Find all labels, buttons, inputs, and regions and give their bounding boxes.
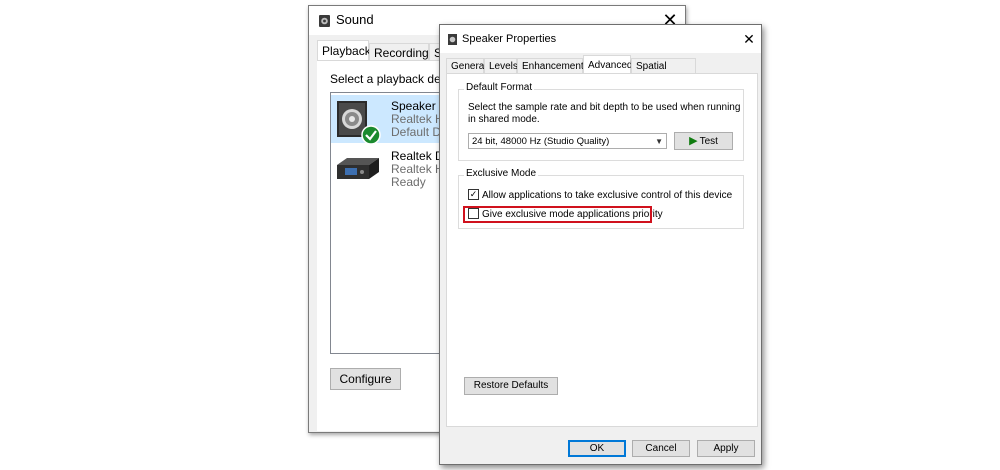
sample-format-value: 24 bit, 48000 Hz (Studio Quality) <box>472 136 610 147</box>
configure-button[interactable]: Configure <box>330 368 401 390</box>
tab-levels[interactable]: Levels <box>484 58 518 74</box>
restore-defaults-button[interactable]: Restore Defaults <box>464 377 558 395</box>
speaker-properties-icon <box>448 34 457 45</box>
digital-output-icon <box>337 158 379 179</box>
apply-button[interactable]: Apply <box>697 440 755 457</box>
speaker-properties-window: Speaker Properties ✕ General Levels Enha… <box>439 24 762 465</box>
playback-instructions: Select a playback devic <box>330 72 456 86</box>
default-device-check-icon <box>361 125 381 145</box>
priority-highlight-box <box>463 206 652 223</box>
sound-app-icon <box>319 15 330 27</box>
speaker-properties-title: Speaker Properties <box>462 33 557 45</box>
allow-exclusive-label: Allow applications to take exclusive con… <box>482 190 733 202</box>
cancel-button[interactable]: Cancel <box>632 440 690 457</box>
tab-playback[interactable]: Playback <box>317 40 371 61</box>
test-button[interactable]: ▶ Test <box>674 132 733 150</box>
advanced-tab-panel: Default Format Select the sample rate an… <box>446 73 758 427</box>
chevron-down-icon: ▼ <box>655 137 663 146</box>
tab-spatial-sound[interactable]: Spatial sound <box>631 58 696 88</box>
allow-exclusive-checkbox[interactable]: ✓ <box>468 189 479 200</box>
exclusive-mode-label: Exclusive Mode <box>464 168 539 179</box>
tab-enhancements[interactable]: Enhancements <box>517 58 589 74</box>
default-format-group: Default Format Select the sample rate an… <box>458 82 744 161</box>
tab-recording[interactable]: Recording <box>369 43 429 61</box>
ok-button[interactable]: OK <box>568 440 626 457</box>
tab-advanced[interactable]: Advanced <box>583 55 632 74</box>
exclusive-mode-group: Exclusive Mode ✓ Allow applications to ta… <box>458 168 744 229</box>
sound-window-title: Sound <box>336 12 374 27</box>
default-format-description: Select the sample rate and bit depth to … <box>468 102 741 125</box>
speaker-properties-close-button[interactable]: ✕ <box>740 29 758 49</box>
play-icon: ▶ <box>689 135 698 147</box>
tab-general[interactable]: General <box>446 58 487 74</box>
allow-exclusive-row[interactable]: ✓ Allow applications to take exclusive co… <box>468 189 733 202</box>
default-format-label: Default Format <box>464 82 535 93</box>
device-name: Speaker <box>391 99 436 113</box>
sample-format-dropdown[interactable]: 24 bit, 48000 Hz (Studio Quality) ▼ <box>468 133 667 149</box>
test-button-label: Test <box>699 136 718 147</box>
speaker-properties-tab-bar: General Levels Enhancements Advanced Spa… <box>446 55 756 88</box>
device-status: Ready <box>391 175 426 189</box>
